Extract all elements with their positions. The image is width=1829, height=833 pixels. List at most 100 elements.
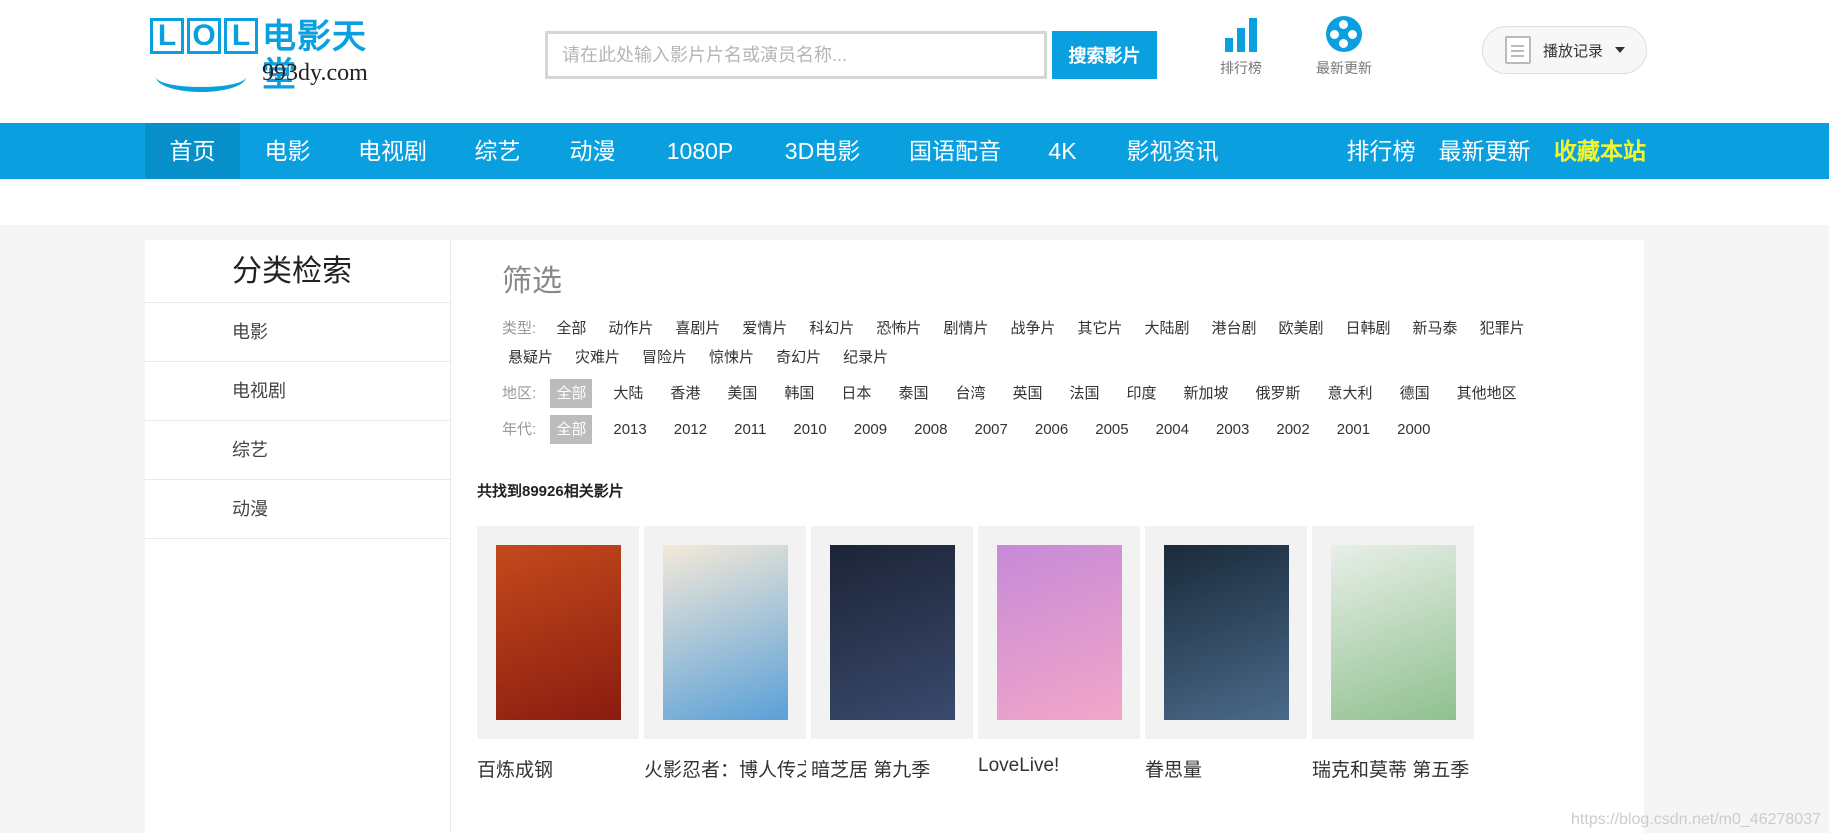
year-option[interactable]: 2013: [607, 415, 652, 444]
year-option[interactable]: 2001: [1331, 415, 1376, 444]
region-option[interactable]: 韩国: [778, 379, 820, 408]
region-option[interactable]: 意大利: [1322, 379, 1379, 408]
year-option[interactable]: 2011: [728, 415, 772, 444]
region-option[interactable]: 英国: [1006, 379, 1048, 408]
movie-thumbnail[interactable]: [978, 526, 1140, 739]
movie-card[interactable]: 百炼成钢: [477, 526, 639, 782]
year-option[interactable]: 2005: [1089, 415, 1134, 444]
type-option[interactable]: 日韩剧: [1340, 314, 1397, 343]
region-option[interactable]: 新加坡: [1178, 379, 1235, 408]
type-option[interactable]: 犯罪片: [1474, 314, 1531, 343]
movie-thumbnail[interactable]: [477, 526, 639, 739]
type-option[interactable]: 全部: [550, 314, 592, 343]
movie-title[interactable]: LoveLive!: [978, 755, 1140, 777]
sidebar-item-tv[interactable]: 电视剧: [145, 362, 450, 421]
year-option[interactable]: 全部: [550, 415, 593, 444]
region-option[interactable]: 大陆: [607, 379, 649, 408]
year-option[interactable]: 2000: [1391, 415, 1436, 444]
header-latest-link[interactable]: 最新更新: [1304, 16, 1384, 78]
region-option[interactable]: 德国: [1394, 379, 1436, 408]
document-icon: [1505, 36, 1531, 64]
type-option[interactable]: 惊悚片: [703, 343, 760, 372]
movie-title[interactable]: 暗芝居 第九季: [811, 755, 973, 782]
type-option[interactable]: 欧美剧: [1273, 314, 1330, 343]
search-input[interactable]: [545, 31, 1047, 79]
nav-item-latest[interactable]: 最新更新: [1432, 123, 1537, 179]
nav-item-variety[interactable]: 综艺: [450, 123, 545, 179]
nav-item-news[interactable]: 影视资讯: [1110, 123, 1235, 179]
year-option[interactable]: 2003: [1210, 415, 1255, 444]
type-option[interactable]: 奇幻片: [770, 343, 827, 372]
region-option[interactable]: 印度: [1121, 379, 1163, 408]
type-option[interactable]: 大陆剧: [1138, 314, 1195, 343]
header-rank-link[interactable]: 排行榜: [1201, 16, 1281, 78]
movie-thumbnail[interactable]: [644, 526, 806, 739]
nav-item-home[interactable]: 首页: [145, 123, 240, 179]
nav-item-tv[interactable]: 电视剧: [340, 123, 445, 179]
type-option[interactable]: 悬疑片: [502, 343, 559, 372]
movie-thumbnail[interactable]: [1145, 526, 1307, 739]
sidebar-item-movie[interactable]: 电影: [145, 303, 450, 362]
movie-title[interactable]: 瑞克和莫蒂 第五季: [1312, 755, 1474, 782]
type-option[interactable]: 灾难片: [569, 343, 626, 372]
type-option[interactable]: 动作片: [602, 314, 659, 343]
type-option[interactable]: 爱情片: [736, 314, 793, 343]
search-button[interactable]: 搜索影片: [1052, 31, 1157, 79]
type-option[interactable]: 冒险片: [636, 343, 693, 372]
nav-item-anime[interactable]: 动漫: [545, 123, 640, 179]
type-option[interactable]: 恐怖片: [870, 314, 927, 343]
movie-card[interactable]: LoveLive!: [978, 526, 1140, 777]
year-option[interactable]: 2008: [908, 415, 953, 444]
region-option[interactable]: 日本: [835, 379, 877, 408]
region-option[interactable]: 法国: [1063, 379, 1105, 408]
type-option[interactable]: 科幻片: [803, 314, 860, 343]
type-option[interactable]: 纪录片: [837, 343, 894, 372]
header-rank-label: 排行榜: [1220, 60, 1262, 76]
type-option[interactable]: 战争片: [1004, 314, 1061, 343]
movie-title[interactable]: 火影忍者：博人传之: [644, 755, 806, 782]
year-option[interactable]: 2007: [969, 415, 1014, 444]
bar-chart-icon: [1223, 16, 1259, 52]
region-option[interactable]: 台湾: [949, 379, 991, 408]
logo-swoosh: [156, 62, 246, 92]
year-option[interactable]: 2009: [848, 415, 893, 444]
nav-item-3d[interactable]: 3D电影: [770, 123, 875, 179]
region-option[interactable]: 美国: [721, 379, 763, 408]
sidebar-item-anime[interactable]: 动漫: [145, 480, 450, 539]
sidebar-item-variety[interactable]: 综艺: [145, 421, 450, 480]
year-option[interactable]: 2002: [1270, 415, 1315, 444]
movie-card[interactable]: 暗芝居 第九季: [811, 526, 973, 782]
result-count: 共找到89926相关影片: [477, 483, 624, 500]
region-option[interactable]: 俄罗斯: [1250, 379, 1307, 408]
year-option[interactable]: 2012: [668, 415, 713, 444]
movie-poster: [496, 545, 621, 720]
movie-card[interactable]: 瑞克和莫蒂 第五季: [1312, 526, 1474, 782]
year-option[interactable]: 2004: [1150, 415, 1195, 444]
type-option[interactable]: 港台剧: [1206, 314, 1263, 343]
region-option[interactable]: 香港: [664, 379, 706, 408]
nav-item-movie[interactable]: 电影: [240, 123, 335, 179]
movie-card[interactable]: 火影忍者：博人传之: [644, 526, 806, 782]
movie-thumbnail[interactable]: [811, 526, 973, 739]
play-history-button[interactable]: 播放记录: [1482, 26, 1647, 74]
site-logo[interactable]: L O L 电影天堂 993dy.com: [150, 18, 395, 94]
region-option[interactable]: 全部: [550, 379, 593, 408]
year-option[interactable]: 2006: [1029, 415, 1074, 444]
filter-row-year: 年代: 全部 2013 2012 2011 2010 2009 2008 2007 2006 20…: [502, 415, 1452, 444]
year-option[interactable]: 2010: [787, 415, 832, 444]
nav-item-mandarin[interactable]: 国语配音: [895, 123, 1015, 179]
type-option[interactable]: 剧情片: [937, 314, 994, 343]
movie-title[interactable]: 百炼成钢: [477, 755, 639, 782]
movie-thumbnail[interactable]: [1312, 526, 1474, 739]
region-option[interactable]: 其他地区: [1451, 379, 1523, 408]
nav-item-1080p[interactable]: 1080P: [650, 123, 750, 179]
movie-title[interactable]: 眷思量: [1145, 755, 1307, 782]
type-option[interactable]: 喜剧片: [669, 314, 726, 343]
nav-item-favorite[interactable]: 收藏本站: [1550, 123, 1650, 179]
nav-item-4k[interactable]: 4K: [1035, 123, 1090, 179]
type-option[interactable]: 其它片: [1071, 314, 1128, 343]
nav-item-rank[interactable]: 排行榜: [1340, 123, 1422, 179]
type-option[interactable]: 新马泰: [1407, 314, 1464, 343]
movie-card[interactable]: 眷思量: [1145, 526, 1307, 782]
region-option[interactable]: 泰国: [892, 379, 934, 408]
